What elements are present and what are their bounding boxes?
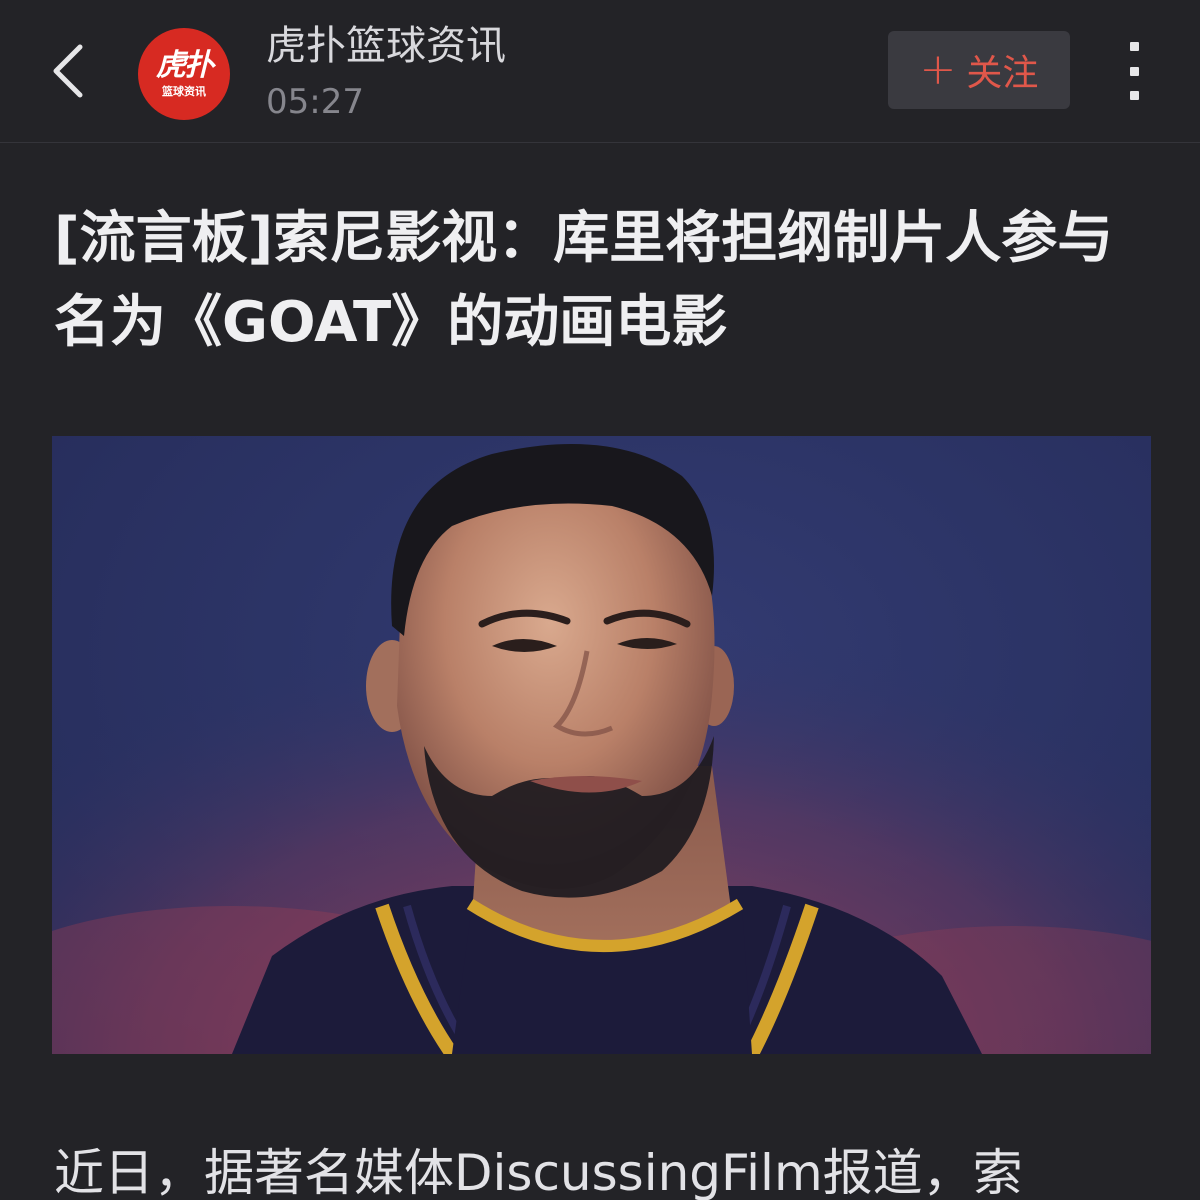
chevron-left-icon [53, 44, 83, 98]
account-avatar[interactable]: 虎扑 篮球资讯 [138, 28, 230, 120]
player-illustration [52, 436, 1151, 1054]
article-hero-image[interactable] [52, 436, 1151, 1054]
article-title: [流言板]索尼影视：库里将担纲制片人参与名为《GOAT》的动画电影 [54, 206, 1114, 355]
more-dot [1129, 91, 1139, 100]
follow-button[interactable]: + 关注 [888, 31, 1070, 109]
publish-time: 05:27 [266, 82, 364, 122]
more-options-button[interactable] [1114, 38, 1154, 104]
follow-label: 关注 [966, 53, 1039, 94]
more-vertical-icon [1129, 42, 1139, 51]
article-body: 近日，据著名媒体DiscussingFilm报道，索 [54, 1144, 1023, 1200]
back-button[interactable] [38, 36, 98, 106]
more-dot [1129, 66, 1139, 76]
account-name[interactable]: 虎扑篮球资讯 [266, 20, 506, 72]
top-bar: 虎扑 篮球资讯 虎扑篮球资讯 05:27 + 关注 [0, 0, 1200, 143]
avatar-logo-text: 虎扑 [156, 48, 214, 83]
avatar-logo-subtext: 篮球资讯 [162, 85, 206, 98]
plus-icon: + [919, 44, 957, 95]
